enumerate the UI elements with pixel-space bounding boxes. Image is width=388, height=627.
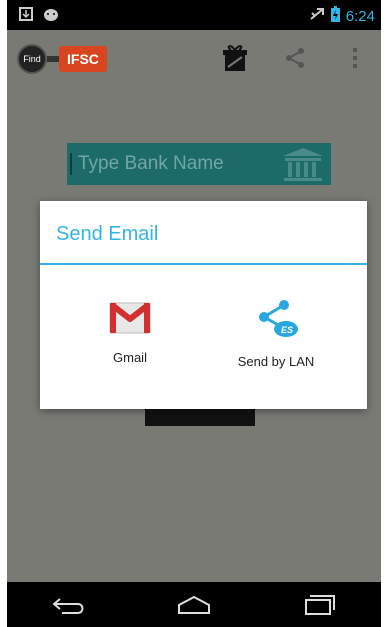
home-icon[interactable] [164,585,224,625]
android-icon [43,7,59,26]
svg-text:ES: ES [281,325,293,335]
app-logo[interactable]: Find IFSC [17,44,107,74]
overflow-menu-icon[interactable] [339,40,371,76]
logo-find: Find [17,44,47,74]
back-icon[interactable] [39,585,99,625]
gift-icon[interactable] [219,40,251,76]
bank-name-placeholder: Type Bank Name [70,153,224,175]
screen: 6:24 Find IFSC Type Bank Name Send Email… [7,0,381,627]
download-icon [19,7,33,26]
airplane-icon [309,7,325,25]
bank-name-input[interactable]: Type Bank Name [67,143,331,185]
gmail-icon [108,299,152,340]
submit-button[interactable] [145,408,255,426]
logo-ifsc: IFSC [59,46,107,72]
es-share-icon: ES [252,299,300,344]
action-bar: Find IFSC [7,30,381,88]
dialog-title: Send Email [56,223,159,245]
share-icon[interactable] [279,40,311,76]
battery-icon [330,6,340,26]
bank-building-icon [281,146,325,187]
logo-link [47,56,59,62]
recent-apps-icon[interactable] [289,585,349,625]
share-option-send-by-lan[interactable]: ES Send by LAN [206,299,346,369]
share-option-gmail[interactable]: Gmail [60,299,200,365]
share-option-label: Gmail [113,350,147,365]
dialog-title-divider [40,263,367,265]
status-bar: 6:24 [7,0,381,30]
share-option-label: Send by LAN [237,354,315,369]
send-email-dialog: Send Email Gmail ES Send by LAN [40,201,367,409]
status-time: 6:24 [345,7,375,25]
device-frame: 6:24 Find IFSC Type Bank Name Send Email… [0,0,388,627]
navigation-bar [7,582,381,627]
